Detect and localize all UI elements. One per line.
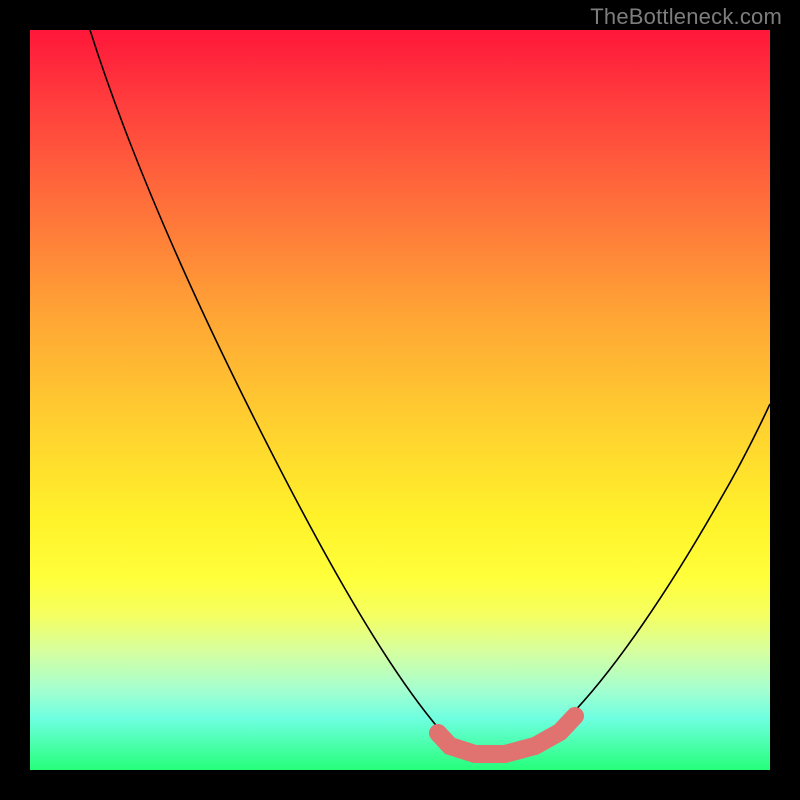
- optimal-range-band: [438, 716, 575, 754]
- bottleneck-curve: [90, 30, 770, 756]
- plot-svg: [30, 30, 770, 770]
- watermark-text: TheBottleneck.com: [590, 4, 782, 30]
- plot-area: [30, 30, 770, 770]
- chart-frame: TheBottleneck.com: [0, 0, 800, 800]
